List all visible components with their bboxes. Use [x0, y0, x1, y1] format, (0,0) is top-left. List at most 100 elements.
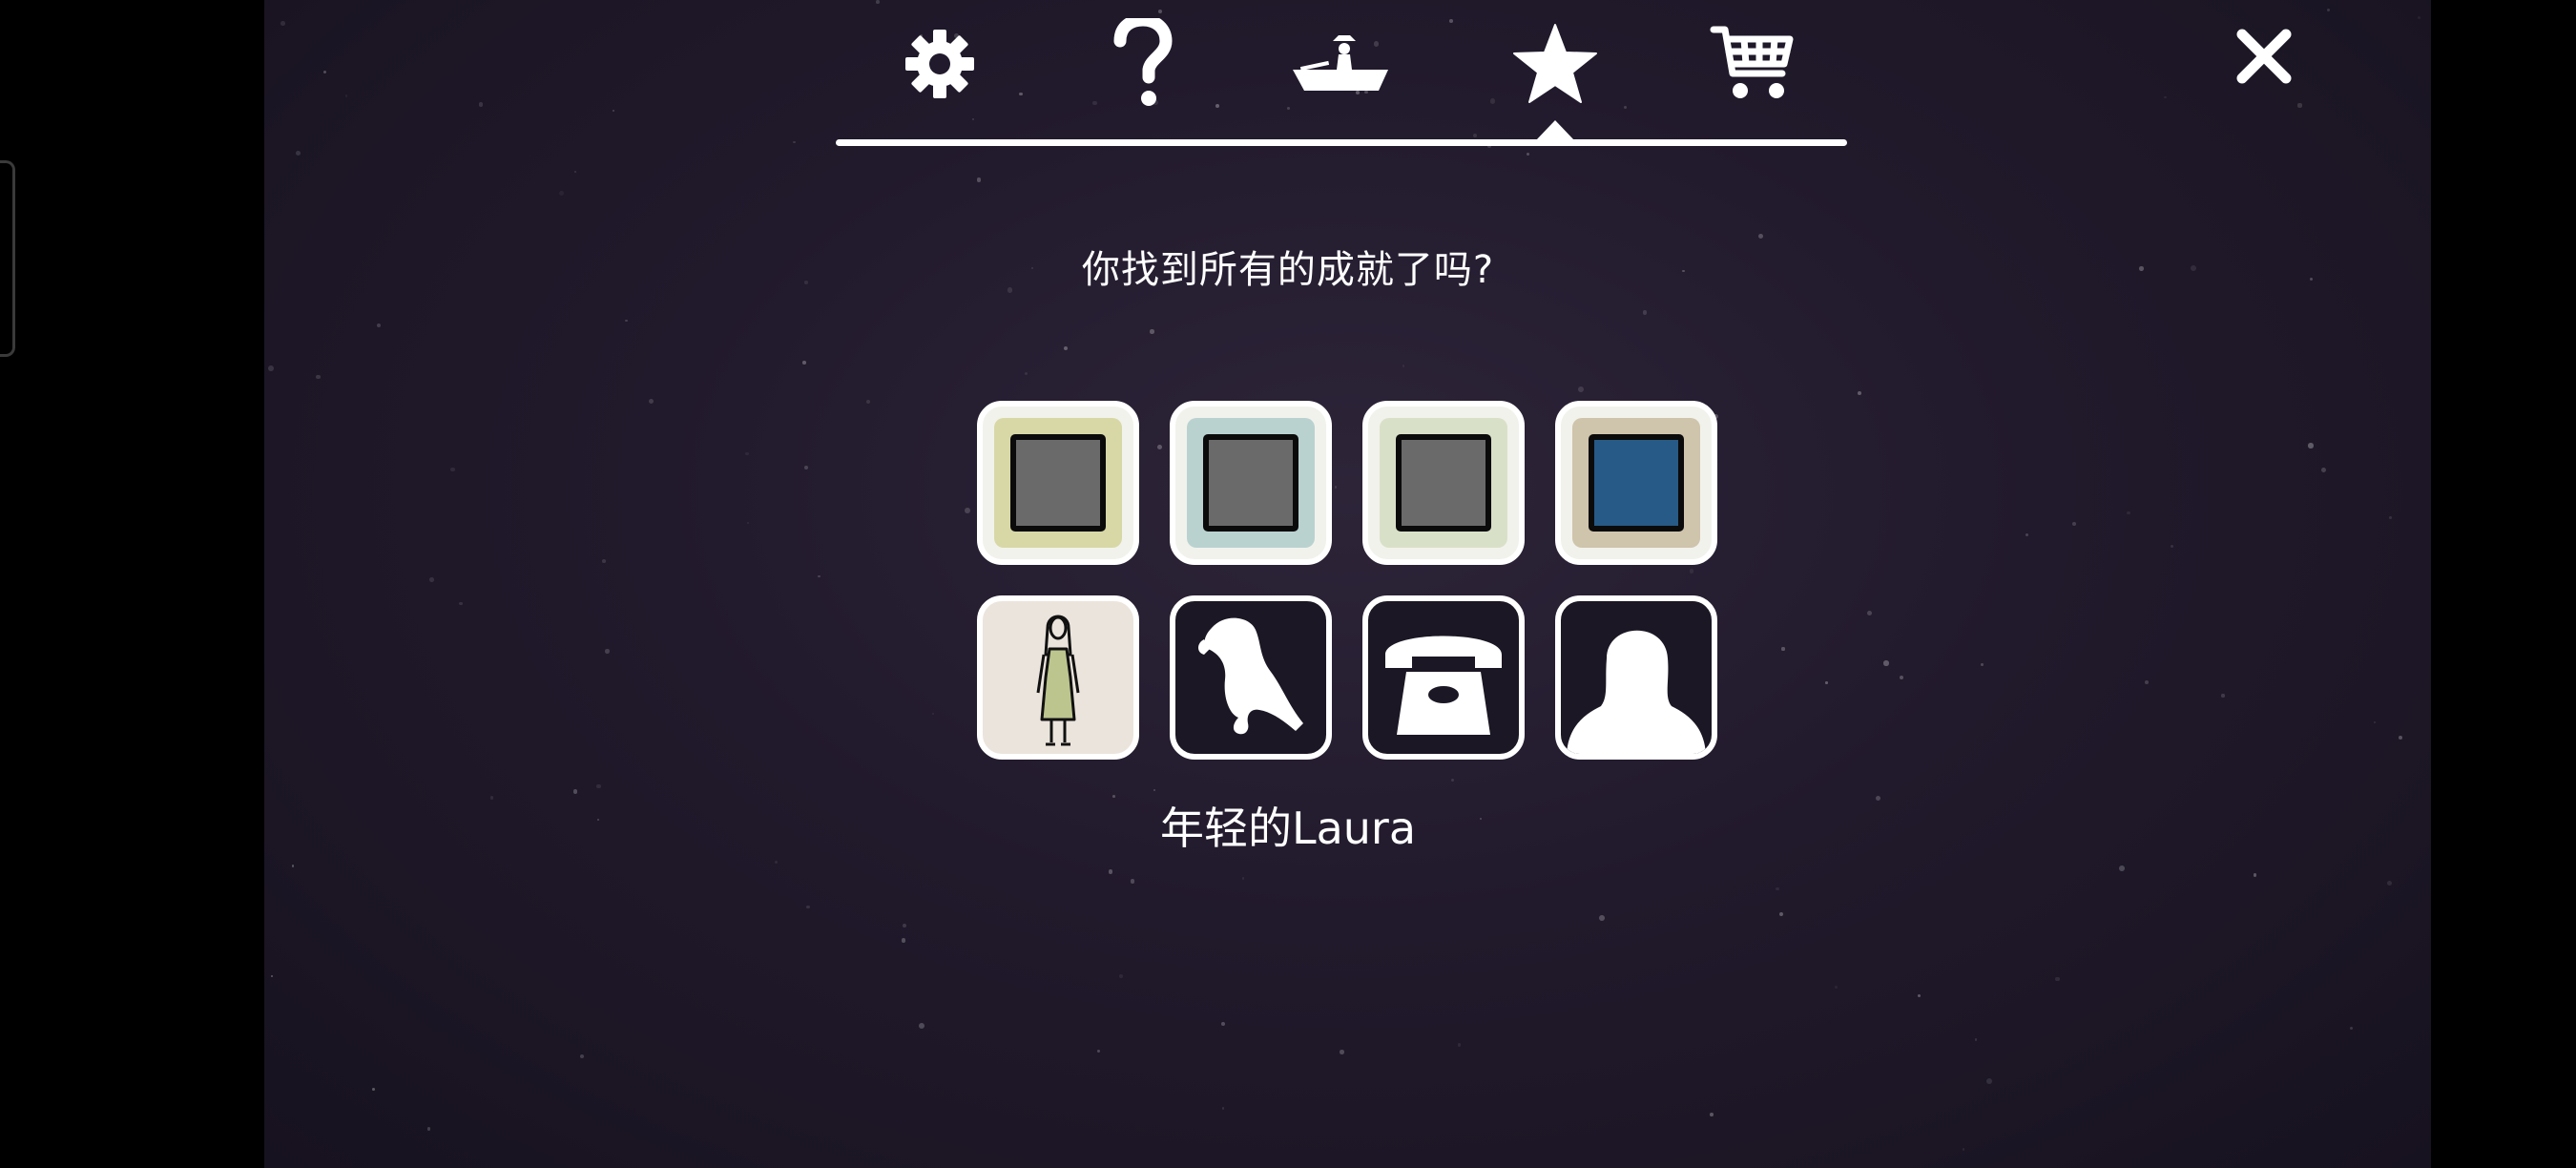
star-dot — [1457, 1042, 1462, 1047]
star-dot — [579, 1053, 585, 1059]
star-dot — [649, 398, 654, 405]
tab-boat[interactable] — [1288, 17, 1393, 111]
star-dot — [2171, 545, 2174, 549]
star-dot — [1158, 10, 1163, 14]
star-dot — [376, 323, 381, 328]
achievement-tile-locked[interactable] — [1170, 595, 1332, 760]
achievement-tile[interactable] — [1170, 401, 1332, 565]
question-mark-icon — [1113, 18, 1173, 106]
star-dot — [478, 102, 484, 107]
star-dot — [1577, 386, 1584, 392]
star-dot — [1835, 986, 1838, 989]
star-dot — [1489, 98, 1496, 104]
star-dot — [1527, 153, 1530, 156]
star-dot — [596, 783, 601, 789]
star-dot — [2145, 680, 2150, 685]
star-dot — [793, 141, 796, 144]
achievement-tile-locked[interactable] — [1555, 595, 1717, 760]
achievement-square — [1396, 434, 1491, 532]
young-woman-figure-icon — [1036, 615, 1080, 746]
star-dot — [625, 319, 628, 323]
star-dot — [574, 170, 577, 173]
star-dot — [372, 1088, 375, 1091]
star-dot — [280, 21, 286, 26]
achievement-tile[interactable] — [977, 401, 1139, 565]
star-dot — [971, 117, 974, 121]
star-dot — [2349, 1026, 2354, 1031]
tab-achievements[interactable] — [1503, 17, 1608, 111]
star-dot — [1962, 1148, 1964, 1151]
star-dot — [291, 865, 295, 867]
star-dot — [804, 466, 809, 469]
star-dot — [2025, 532, 2029, 536]
star-dot — [1775, 886, 1779, 891]
star-dot — [1473, 134, 1478, 138]
star-dot — [1221, 1107, 1225, 1110]
star-dot — [601, 559, 606, 564]
close-icon — [2236, 29, 2292, 84]
tab-underline — [836, 139, 1847, 146]
star-dot — [802, 361, 806, 365]
star-dot — [805, 905, 810, 909]
star-dot — [558, 190, 564, 196]
star-dot — [1340, 1050, 1344, 1054]
star-dot — [1825, 681, 1828, 684]
star-dot — [919, 1022, 924, 1029]
star-dot — [2389, 516, 2393, 519]
star-dot — [876, 0, 880, 4]
star-dot — [2308, 443, 2314, 448]
star-dot — [965, 508, 971, 513]
star-dot — [745, 451, 750, 456]
star-dot — [1153, 788, 1155, 791]
star-dot — [2399, 736, 2403, 740]
star-dot — [932, 713, 935, 716]
star-dot — [1118, 973, 1124, 979]
selected-achievement-label: 年轻的Laura — [1159, 803, 1417, 854]
star-dot — [268, 365, 274, 372]
close-button[interactable] — [2233, 25, 2296, 88]
achievement-square — [1589, 434, 1684, 532]
star-dot — [1980, 663, 1984, 667]
star-dot — [2386, 881, 2393, 886]
star-dot — [1689, 569, 1694, 574]
star-dot — [1900, 675, 1904, 679]
star-dot — [2320, 468, 2327, 473]
gear-icon — [905, 30, 974, 98]
fisherman-boat-icon — [1293, 35, 1388, 91]
person-silhouette-icon — [1567, 630, 1706, 754]
active-tab-indicator — [1536, 120, 1574, 140]
tab-shop[interactable] — [1700, 17, 1805, 111]
star-dot — [1599, 915, 1606, 921]
achievement-square — [1203, 434, 1298, 532]
achievement-tile-locked[interactable] — [1362, 595, 1525, 760]
tab-help[interactable] — [1090, 17, 1195, 111]
star-dot — [865, 399, 870, 404]
star-dot — [1402, 365, 1405, 368]
star-dot — [1986, 1077, 1992, 1084]
star-dot — [429, 577, 434, 582]
star-dot — [1025, 371, 1028, 375]
star-dot — [1241, 877, 1245, 880]
star-dot — [1157, 444, 1163, 449]
star-dot — [1450, 778, 1455, 782]
star-dot — [1108, 869, 1113, 874]
star-dot — [344, 94, 348, 97]
star-dot — [2374, 720, 2377, 723]
star-dot — [1623, 106, 1628, 110]
achievement-question: 你找到所有的成就了吗? — [1081, 248, 1495, 292]
achievement-tile[interactable] — [1555, 401, 1717, 565]
star-dot — [2127, 511, 2131, 515]
tab-settings[interactable] — [887, 17, 992, 111]
game-screen — [264, 0, 2431, 1168]
star-dot — [612, 110, 615, 113]
star-dot — [296, 150, 301, 156]
star-dot — [316, 374, 321, 380]
star-dot — [1857, 391, 1861, 395]
star-dot — [1781, 647, 1785, 651]
star-dot — [2297, 103, 2302, 108]
achievement-tile[interactable] — [1362, 401, 1525, 565]
star-dot — [2326, 8, 2330, 11]
star-dot — [1130, 879, 1135, 884]
star-dot — [1779, 911, 1784, 916]
achievement-tile-young-laura[interactable] — [977, 595, 1139, 760]
